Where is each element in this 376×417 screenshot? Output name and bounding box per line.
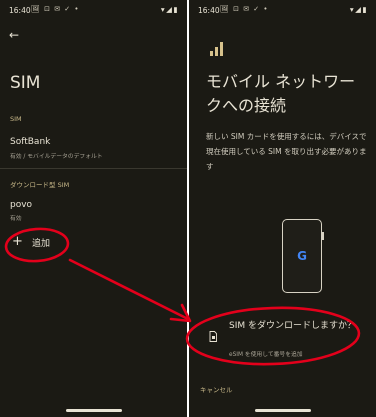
sim-item-name: SoftBank	[10, 137, 51, 147]
cancel-button[interactable]: キャンセル	[200, 384, 233, 394]
status-bar: 16:40 🖼 ⊡ ✉ ✓ • ▾◢▮	[9, 5, 179, 17]
google-logo-icon: G	[297, 249, 307, 263]
sim-item-status: 有効	[10, 216, 22, 222]
divider	[0, 168, 187, 169]
notification-icons: 🖼 ⊡ ✉ ✓ •	[31, 5, 80, 13]
connect-network-screen: 16:40 🖼 ⊡ ✉ ✓ • ▾◢▮ モバイル ネットワークへの接続 新しい …	[189, 0, 376, 417]
notification-icons: 🖼 ⊡ ✉ ✓ •	[220, 5, 269, 13]
gesture-nav-bar[interactable]	[65, 409, 122, 412]
sim-item-name: povo	[10, 200, 33, 210]
system-icons: ▾◢▮	[349, 5, 368, 14]
sim-section-label: SIM	[10, 115, 22, 123]
download-sim-option[interactable]: SIM をダウンロードしますか？ eSIM を使用して番号を追加	[209, 319, 369, 363]
system-icons: ▾◢▮	[160, 5, 179, 14]
gesture-nav-bar[interactable]	[254, 409, 311, 412]
page-title: モバイル ネットワークへの接続	[206, 72, 356, 115]
download-sim-title: SIM をダウンロードしますか？	[229, 321, 356, 331]
sim-item-status: 有効 / モバイルデータのデフォルト	[10, 154, 103, 160]
description-text: 新しい SIM カードを使用するには、デバイスで現在使用している SIM を取り…	[206, 132, 367, 171]
sim-settings-screen: 16:40 🖼 ⊡ ✉ ✓ • ▾◢▮ ← SIM SIM SoftBank 有…	[0, 0, 187, 417]
status-time: 16:40	[9, 6, 31, 15]
add-sim-label: 追加	[32, 239, 51, 249]
back-arrow-icon[interactable]: ←	[6, 27, 22, 43]
status-bar: 16:40 🖼 ⊡ ✉ ✓ • ▾◢▮	[198, 5, 368, 17]
sim-card-icon	[209, 331, 217, 342]
signal-bars-icon	[210, 40, 226, 56]
plus-icon: +	[12, 234, 23, 249]
status-time: 16:40	[198, 6, 220, 15]
download-sim-subtitle: eSIM を使用して番号を追加	[229, 352, 303, 358]
phone-illustration: G	[282, 219, 324, 293]
page-title: SIM	[10, 73, 41, 93]
add-sim-button[interactable]: + 追加	[9, 234, 69, 252]
download-sim-section-label: ダウンロード型 SIM	[10, 181, 70, 189]
phone-side-button	[322, 232, 324, 240]
